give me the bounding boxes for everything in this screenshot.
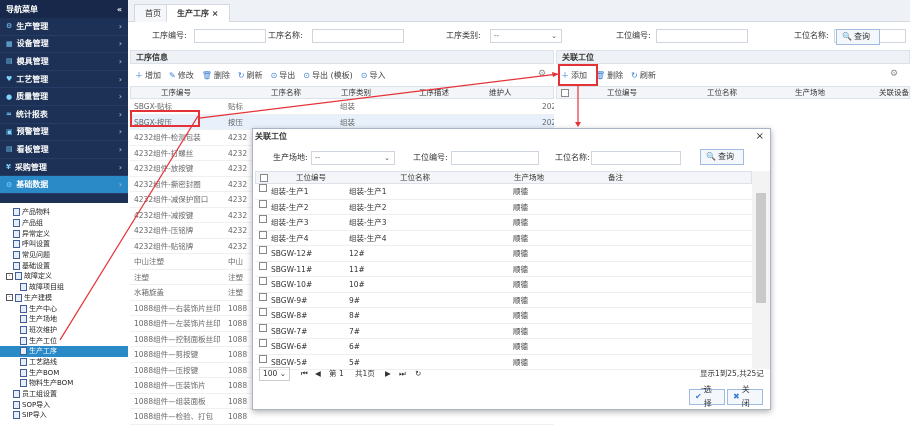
table-cell: SBGW-10# xyxy=(271,280,313,289)
list-item[interactable]: 组装-生产3 组装-生产3 顺德 xyxy=(255,215,752,231)
modal-no-input[interactable] xyxy=(451,151,539,165)
modal-query-button[interactable]: 🔍 查询 xyxy=(700,149,744,165)
table-cell: 组装-生产3 xyxy=(349,218,387,227)
modal-no-label: 工位编号: xyxy=(413,153,448,162)
table-cell: 11# xyxy=(349,264,365,274)
table-cell: 顺德 xyxy=(513,264,528,274)
row-checkbox[interactable] xyxy=(259,230,267,239)
table-cell: 组装-生产2 xyxy=(349,202,387,212)
page-size-select[interactable]: 100 ⌄ xyxy=(259,367,290,381)
modal-name-label: 工位名称: xyxy=(555,153,590,162)
modal-name-input[interactable] xyxy=(591,151,681,165)
table-cell: 组装-生产3 xyxy=(271,218,309,227)
table-cell: 组装-生产4 xyxy=(349,233,387,243)
table-cell: SBGW-9# xyxy=(271,295,308,305)
table-cell: 顺德 xyxy=(513,202,528,212)
table-cell: 顺德 xyxy=(513,342,528,351)
row-checkbox[interactable] xyxy=(259,199,267,208)
chevron-down-icon: ⌄ xyxy=(384,154,390,162)
list-item[interactable]: 组装-生产2 组装-生产2 顺德 xyxy=(255,199,752,215)
close-button[interactable]: ✖ 关闭 xyxy=(727,385,763,408)
site-select[interactable]: -- ⌄ xyxy=(311,151,395,165)
row-checkbox[interactable] xyxy=(259,277,267,285)
modal-table-header: 工位编号 工位名称 生产场地 备注 xyxy=(255,171,752,184)
arrow-row-to-add xyxy=(199,73,559,119)
first-page-icon[interactable]: ⏮ xyxy=(301,365,308,383)
modal-select-all-checkbox[interactable] xyxy=(260,174,268,182)
arrow-tree-to-row xyxy=(59,115,199,341)
table-cell: 组装-生产1 xyxy=(349,187,387,196)
row-checkbox[interactable] xyxy=(259,246,267,254)
table-cell: 顺德 xyxy=(513,311,528,320)
row-checkbox[interactable] xyxy=(259,215,267,223)
page-number[interactable]: 1 xyxy=(339,365,344,383)
site-value: -- xyxy=(315,154,321,162)
modal-query-label: 查询 xyxy=(717,152,734,161)
modal-col-remark: 备注 xyxy=(608,173,623,182)
list-item[interactable]: SBGW-10# 10# 顺德 xyxy=(255,277,752,293)
scrollbar-thumb[interactable] xyxy=(756,193,766,303)
prev-page-icon[interactable]: ◀ xyxy=(315,365,321,383)
table-cell: 顺德 xyxy=(513,187,528,196)
last-page-icon[interactable]: ⏭ xyxy=(399,365,406,383)
table-cell: 组装-生产2 xyxy=(271,202,309,212)
table-cell: 顺德 xyxy=(513,295,528,305)
table-cell: 顺德 xyxy=(513,280,528,289)
table-cell: 顺德 xyxy=(513,218,528,227)
close-icon[interactable]: × xyxy=(756,131,764,142)
list-item[interactable]: SBGW-7# 7# 顺德 xyxy=(255,323,752,339)
modal-col-site: 生产场地 xyxy=(514,173,544,182)
table-cell: SBGW-8# xyxy=(271,311,308,320)
table-cell: SBGW-7# xyxy=(271,326,308,336)
table-cell: 顺德 xyxy=(513,326,528,336)
refresh-icon[interactable]: ↻ xyxy=(415,365,421,383)
page-prefix: 第 xyxy=(329,369,337,378)
table-cell: SBGW-12# xyxy=(271,249,313,258)
table-cell: 7# xyxy=(349,326,361,336)
table-cell: 组装-生产1 xyxy=(271,187,309,196)
table-cell: 组装-生产4 xyxy=(271,233,309,243)
row-checkbox[interactable] xyxy=(259,323,267,332)
list-item[interactable]: SBGW-6# 6# 顺德 xyxy=(255,339,752,355)
next-page-icon[interactable]: ▶ xyxy=(385,365,391,383)
table-cell: 8# xyxy=(349,311,361,320)
list-item[interactable]: SBGW-11# 11# 顺德 xyxy=(255,261,752,277)
select-button[interactable]: ✔ 选择 xyxy=(689,385,725,408)
table-cell: 9# xyxy=(349,295,361,305)
page-total: 共1页 xyxy=(355,369,375,378)
table-cell: 12# xyxy=(349,249,365,258)
list-item[interactable]: 组装-生产1 组装-生产1 顺德 xyxy=(255,184,752,200)
site-label: 生产场地: xyxy=(273,153,308,162)
page-size-value: 100 xyxy=(263,369,278,378)
list-item[interactable]: SBGW-8# 8# 顺德 xyxy=(255,308,752,324)
table-cell: SBGW-11# xyxy=(271,264,313,274)
list-item[interactable]: SBGW-9# 9# 顺德 xyxy=(255,292,752,308)
table-cell: 顺德 xyxy=(513,249,528,258)
table-cell: 顺德 xyxy=(513,233,528,243)
list-item[interactable]: 组装-生产4 组装-生产4 顺德 xyxy=(255,230,752,246)
modal-pager: 100 ⌄ ⏮ ◀ 第 1 共1页 ▶ ⏭ ↻ 显示1到25,共25记录 xyxy=(255,365,770,396)
arrow-head-icon xyxy=(552,72,559,77)
arrow-head-icon xyxy=(575,122,581,127)
row-checkbox[interactable] xyxy=(259,308,267,316)
check-icon: ✔ xyxy=(695,392,702,401)
modal-col-no: 工位编号 xyxy=(296,173,326,182)
modal-col-name: 工位名称 xyxy=(400,173,430,182)
close-icon: ✖ xyxy=(733,392,740,401)
row-checkbox[interactable] xyxy=(259,292,267,301)
search-icon: 🔍 xyxy=(706,152,716,161)
modal-scrollbar[interactable] xyxy=(752,171,770,369)
table-cell: 10# xyxy=(349,280,365,289)
table-cell: 6# xyxy=(349,342,361,351)
close-label: 关闭 xyxy=(741,385,750,408)
row-checkbox[interactable] xyxy=(259,339,267,347)
row-checkbox[interactable] xyxy=(259,184,267,192)
table-cell: SBGW-6# xyxy=(271,342,308,351)
select-label: 选择 xyxy=(703,385,712,408)
link-station-modal: 关联工位 × 生产场地: -- ⌄ 工位编号: 工位名称: 🔍 查询 工位编号 工位… xyxy=(252,128,771,410)
modal-title: 关联工位 xyxy=(253,129,770,145)
list-item[interactable]: SBGW-12# 12# 顺德 xyxy=(255,246,752,262)
row-checkbox[interactable] xyxy=(259,354,267,363)
row-checkbox[interactable] xyxy=(259,261,267,270)
